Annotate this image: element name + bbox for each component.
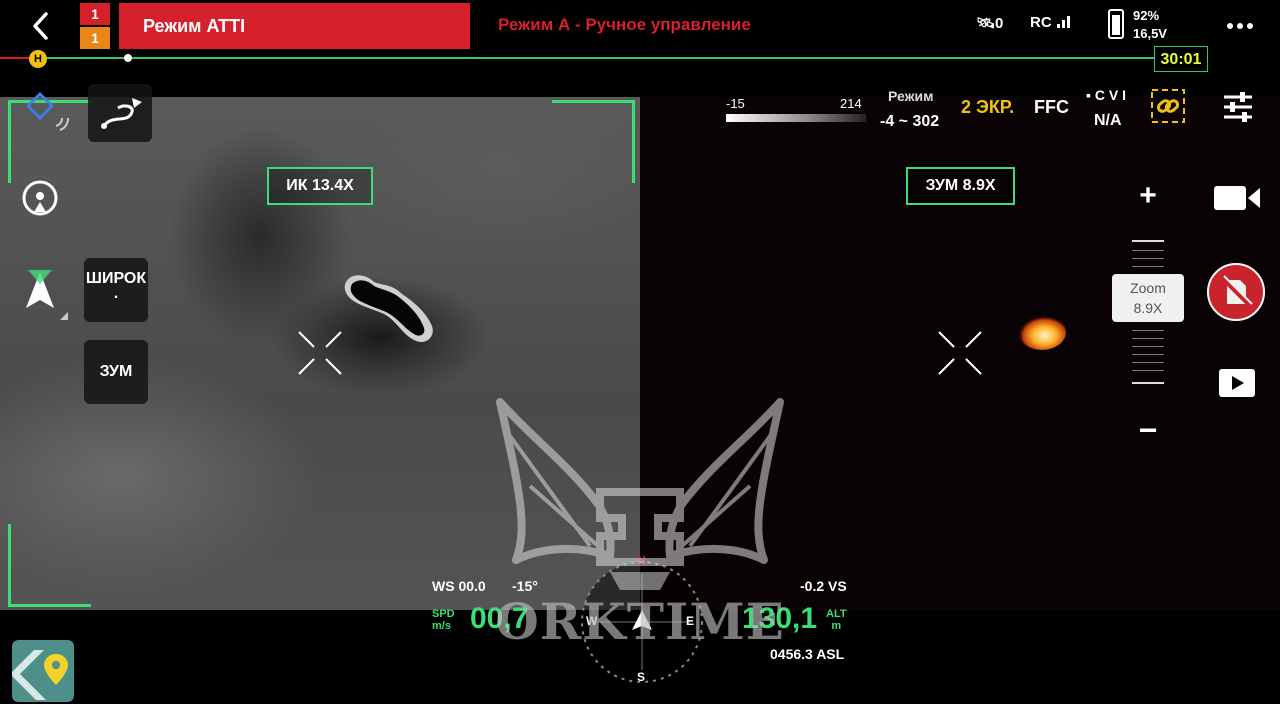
battery-fill — [1112, 15, 1120, 35]
gps-status: 🛰0 — [976, 14, 1003, 32]
wide-camera-button[interactable]: ШИРОК . — [84, 258, 148, 322]
map-icon[interactable] — [12, 640, 74, 702]
zoom-level-chip: Zoom 8.9X — [1112, 274, 1184, 322]
video-camera-icon[interactable] — [1212, 180, 1262, 216]
record-sd-button[interactable] — [1206, 262, 1266, 322]
waypoint-icon[interactable] — [26, 92, 72, 138]
link-icon[interactable] — [1150, 88, 1186, 124]
zoom-in-button[interactable]: + — [1132, 178, 1164, 214]
home-point-marker: H — [29, 50, 47, 68]
frame-corner-bl — [8, 524, 91, 607]
thermal-scale-bar — [726, 114, 866, 122]
rc-signal-status: RC — [1030, 14, 1072, 31]
zoom-tick — [1132, 240, 1164, 242]
zoom-tick — [1132, 362, 1164, 363]
speed-label-text: SPD — [432, 608, 455, 620]
control-mode-text: Режим А - Ручное управление — [498, 15, 751, 34]
speed-unit-text: m/s — [432, 620, 451, 632]
altitude-label-text: ALT — [826, 608, 847, 620]
zoom-tick — [1132, 258, 1164, 259]
zoom-tick — [1132, 250, 1164, 251]
back-arrow-icon[interactable] — [26, 8, 56, 44]
zoom-chip-label: Zoom — [1130, 280, 1166, 296]
zoom-tick — [1132, 370, 1164, 371]
thermal-scale-max: 214 — [840, 96, 862, 111]
screen-mode-button[interactable]: 2 ЭКР. — [961, 97, 1014, 118]
thermal-mode-range: -4 ~ 302 — [880, 113, 940, 130]
compass-arrow-icon[interactable] — [20, 266, 72, 322]
badge-top-count: 1 — [80, 3, 110, 25]
thermal-hotspot — [344, 275, 433, 343]
zoom-tick — [1132, 338, 1164, 339]
zoom-tick — [1132, 346, 1164, 347]
gps-count: 0 — [995, 15, 1004, 32]
route-tool-button[interactable] — [88, 84, 152, 142]
more-menu-icon[interactable] — [1226, 14, 1254, 38]
cvi-value: N/A — [1094, 112, 1122, 129]
battery-percent: 92% — [1133, 8, 1160, 23]
warning-count-badge[interactable]: 1 1 — [80, 3, 110, 49]
flight-timeline — [0, 57, 1160, 59]
zoom-camera-button[interactable]: ЗУМ — [84, 340, 148, 404]
target-lock-icon[interactable] — [18, 176, 62, 220]
satellite-icon: 🛰 — [976, 15, 996, 32]
flight-mode-banner[interactable]: Режим ATTI — [119, 3, 470, 49]
altitude-label: ALT m — [826, 608, 847, 632]
battery-voltage: 16,5V — [1133, 26, 1167, 41]
ir-zoom-label: ИК 13.4X — [267, 167, 373, 205]
battery-icon — [1108, 9, 1124, 39]
badge-bottom-count: 1 — [80, 27, 110, 49]
timeline-position-dot — [124, 54, 132, 62]
fire-flash — [1018, 314, 1066, 350]
settings-sliders-icon[interactable] — [1222, 92, 1254, 122]
altitude-unit-text: m — [831, 620, 842, 632]
thermal-mode-label: Режим — [888, 88, 934, 104]
zoom-out-button[interactable]: − — [1132, 412, 1164, 448]
zoom-chip-value: 8.9X — [1133, 300, 1163, 316]
cvi-label: C V I — [1094, 87, 1126, 103]
flight-timer: 30:01 — [1154, 46, 1208, 72]
rc-label: RC — [1030, 14, 1052, 31]
sd-card-icon: ▪ — [1086, 87, 1091, 103]
speed-label: SPD m/s — [432, 608, 455, 632]
signal-bars-icon — [1056, 16, 1070, 28]
compass-south: S — [637, 670, 646, 684]
zoom-tick — [1132, 266, 1164, 267]
thermal-scale-min: -15 — [726, 96, 745, 111]
playback-icon[interactable] — [1218, 368, 1256, 398]
frame-corner-tr — [552, 100, 635, 183]
zoom-tick — [1132, 382, 1164, 384]
zoom-tick — [1132, 330, 1164, 331]
zoom-camera-label: ЗУМ 8.9X — [906, 167, 1015, 205]
wide-camera-label: ШИРОК — [85, 270, 147, 287]
wide-camera-sub: . — [113, 285, 119, 302]
route-drawing-icon — [101, 98, 142, 129]
zoom-crosshair-icon — [938, 331, 982, 375]
cvi-status: ▪ C V I — [1086, 87, 1126, 103]
zoom-tick — [1132, 354, 1164, 355]
ffc-button[interactable]: FFC — [1034, 97, 1069, 118]
watermark-text: ORKTIME — [495, 592, 785, 651]
ir-crosshair-icon — [298, 331, 342, 375]
